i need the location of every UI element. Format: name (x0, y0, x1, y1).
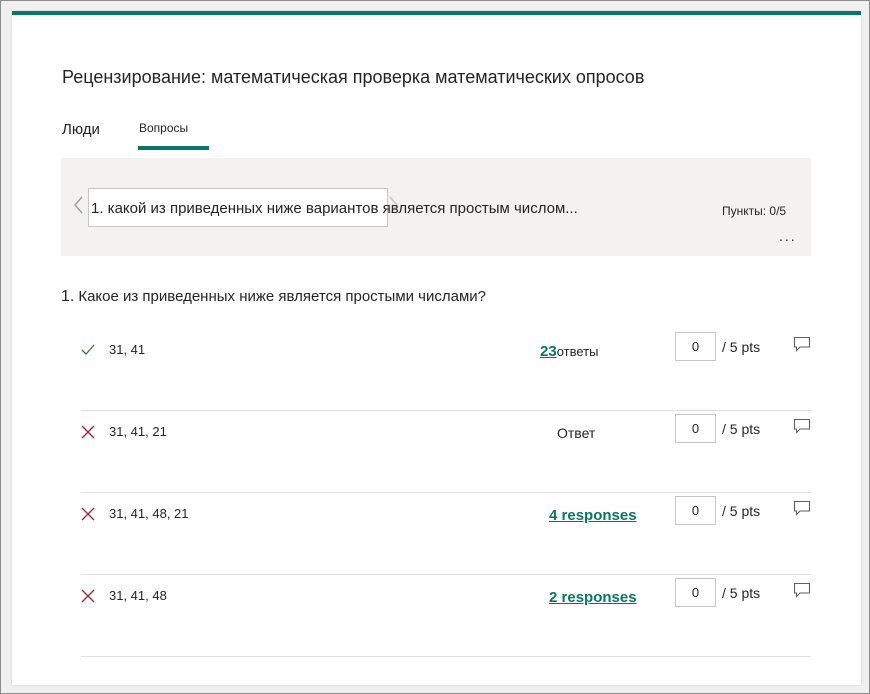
checkmark-icon (81, 344, 95, 355)
responses-link[interactable]: 4 responses (549, 507, 637, 524)
answer-row: 31, 41, 21 Ответ 0 / 5 pts (81, 411, 811, 493)
more-options-icon[interactable]: ... (779, 228, 797, 244)
answer-row: 31, 41, 48, 21 4 responses 0 / 5 pts (81, 493, 811, 575)
question-navigator: 1. какой из приведенных ниже вариантов я… (61, 158, 811, 256)
responses-count[interactable]: 23 (540, 343, 557, 360)
responses-link[interactable]: 23ответы (540, 343, 598, 360)
question-number: 1. (61, 288, 75, 305)
tab-selected-indicator (138, 146, 209, 150)
cross-icon (81, 589, 95, 603)
comment-icon[interactable] (793, 582, 811, 598)
tab-questions[interactable]: Вопросы (139, 121, 188, 135)
max-points-label: / 5 pts (722, 339, 761, 355)
cross-icon (81, 425, 95, 439)
responses-label: Ответ (557, 425, 596, 441)
answer-text: 31, 41, 21 (109, 424, 167, 439)
score-input[interactable]: 0 (675, 578, 716, 607)
score-input[interactable]: 0 (675, 496, 716, 525)
answer-row: 31, 41, 48 2 responses 0 / 5 pts (81, 575, 811, 657)
max-points-label: / 5 pts (722, 421, 761, 437)
answer-text: 31, 41, 48, 21 (109, 506, 189, 521)
current-question-label[interactable]: 1. какой из приведенных ниже вариантов я… (91, 200, 578, 217)
answer-text: 31, 41, 48 (109, 588, 167, 603)
window-frame: Рецензирование: математическая проверка … (0, 0, 870, 694)
max-points-label: / 5 pts (722, 503, 761, 519)
comment-icon[interactable] (793, 500, 811, 516)
question-text: Какое из приведенных ниже является прост… (78, 288, 487, 305)
cross-icon (81, 507, 95, 521)
answer-row: 31, 41 23ответы 0 / 5 pts (81, 329, 811, 411)
review-card: Рецензирование: математическая проверка … (12, 11, 861, 685)
responses-link[interactable]: 2 responses (549, 589, 637, 606)
max-points-label: / 5 pts (722, 585, 761, 601)
score-input[interactable]: 0 (675, 414, 716, 443)
chevron-left-icon[interactable] (73, 196, 83, 214)
comment-icon[interactable] (793, 418, 811, 434)
tab-people[interactable]: Люди (62, 121, 100, 138)
question-heading: 1. Какое из приведенных ниже является про… (61, 288, 486, 306)
comment-icon[interactable] (793, 336, 811, 352)
points-label: Пункты: 0/5 (722, 204, 787, 218)
score-input[interactable]: 0 (675, 332, 716, 361)
responses-word: ответы (556, 344, 599, 359)
page-title: Рецензирование: математическая проверка … (62, 67, 645, 87)
answer-text: 31, 41 (109, 342, 146, 357)
